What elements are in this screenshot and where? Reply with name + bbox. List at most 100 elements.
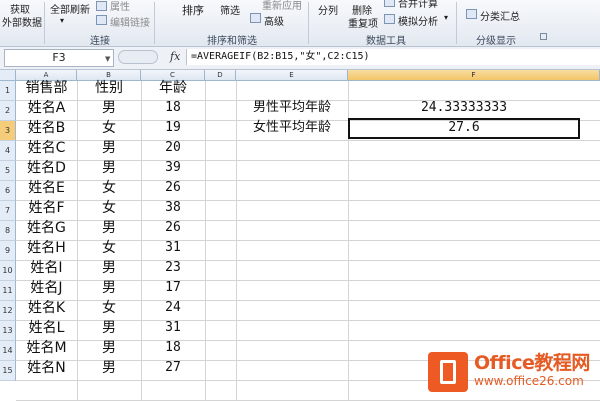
cell-gender[interactable]: 男 [77, 98, 141, 118]
column-header-f[interactable]: F [348, 70, 600, 81]
dialog-launcher-icon[interactable] [540, 33, 547, 40]
row-header-14[interactable]: 14 [0, 341, 16, 361]
chevron-down-icon[interactable]: ▾ [444, 13, 448, 22]
chevron-down-icon[interactable]: ▾ [60, 16, 64, 25]
active-cell-outline [348, 118, 580, 139]
cell-name[interactable]: 姓名B [16, 118, 77, 138]
name-box[interactable]: F3 [4, 49, 114, 67]
cell-gender[interactable]: 男 [77, 358, 141, 378]
cell-name[interactable]: 姓名D [16, 158, 77, 178]
insert-function-icon[interactable]: fx [170, 50, 180, 63]
cell-age[interactable]: 18 [141, 98, 205, 118]
row-header-2[interactable]: 2 [0, 101, 16, 121]
ribbon-separator [154, 2, 155, 44]
filter-button[interactable]: 筛选 [220, 2, 240, 17]
formula-bar: F3 ▼ fx =AVERAGEIF(B2:B15,"女",C2:C15) [0, 47, 600, 70]
cell-gender[interactable]: 女 [77, 298, 141, 318]
watermark: Office教程网 www.office26.com [428, 346, 598, 396]
column-header-d[interactable]: D [205, 70, 236, 81]
row-header-4[interactable]: 4 [0, 141, 16, 161]
cell-gender[interactable]: 男 [77, 338, 141, 358]
row-header-3[interactable]: 3 [0, 121, 16, 141]
properties-icon [96, 1, 107, 11]
cell-age[interactable]: 31 [141, 238, 205, 258]
cell-gender[interactable]: 男 [77, 258, 141, 278]
cell-name[interactable]: 姓名K [16, 298, 77, 318]
formula-bar-controls[interactable] [118, 50, 158, 64]
subtotal-button[interactable]: 分类汇总 [480, 8, 520, 23]
cell-name[interactable]: 姓名I [16, 258, 77, 278]
subtotal-icon [466, 9, 477, 19]
watermark-url: www.office26.com [474, 374, 584, 388]
chevron-down-icon[interactable]: ▼ [105, 55, 110, 63]
cell-gender[interactable]: 男 [77, 218, 141, 238]
cell-gender[interactable]: 女 [77, 238, 141, 258]
header-cell-age[interactable]: 年龄 [141, 78, 205, 98]
male-average-value[interactable]: 24.33333333 [348, 98, 580, 118]
header-cell-gender[interactable]: 性别 [77, 78, 141, 98]
consolidate-icon [384, 0, 395, 7]
cell-name[interactable]: 姓名E [16, 178, 77, 198]
header-cell-department[interactable]: 销售部 [16, 78, 77, 98]
cell-gender[interactable]: 女 [77, 118, 141, 138]
cell-name[interactable]: 姓名F [16, 198, 77, 218]
row-header-8[interactable]: 8 [0, 221, 16, 241]
cell-name[interactable]: 姓名A [16, 98, 77, 118]
row-header-10[interactable]: 10 [0, 261, 16, 281]
female-average-label[interactable]: 女性平均年龄 [236, 118, 348, 138]
cell-age[interactable]: 20 [141, 138, 205, 158]
cell-age[interactable]: 27 [141, 358, 205, 378]
get-external-data-label: 外部数据 [2, 18, 42, 29]
cell-name[interactable]: 姓名G [16, 218, 77, 238]
row-header-9[interactable]: 9 [0, 241, 16, 261]
row-header-11[interactable]: 11 [0, 281, 16, 301]
cell-age[interactable]: 26 [141, 178, 205, 198]
column-header-e[interactable]: E [236, 70, 348, 81]
cell-name[interactable]: 姓名L [16, 318, 77, 338]
cell-gender[interactable]: 男 [77, 158, 141, 178]
cell-age[interactable]: 17 [141, 278, 205, 298]
row-header-6[interactable]: 6 [0, 181, 16, 201]
row-header-15[interactable]: 15 [0, 361, 16, 381]
consolidate-button[interactable]: 合并计算 [398, 0, 438, 10]
cell-age[interactable]: 38 [141, 198, 205, 218]
row-header-12[interactable]: 12 [0, 301, 16, 321]
refresh-all-button[interactable]: 全部刷新 [50, 1, 90, 16]
cell-name[interactable]: 姓名C [16, 138, 77, 158]
male-average-label[interactable]: 男性平均年龄 [236, 98, 348, 118]
cell-name[interactable]: 姓名H [16, 238, 77, 258]
cell-gender[interactable]: 女 [77, 178, 141, 198]
row-header-5[interactable]: 5 [0, 161, 16, 181]
cell-age[interactable]: 19 [141, 118, 205, 138]
ribbon-separator [456, 2, 457, 44]
cell-gender[interactable]: 女 [77, 198, 141, 218]
advanced-button[interactable]: 高级 [264, 13, 284, 28]
cell-gender[interactable]: 男 [77, 318, 141, 338]
office-logo-icon [428, 352, 468, 392]
edit-links-button[interactable]: 编辑链接 [110, 14, 150, 29]
cell-age[interactable]: 24 [141, 298, 205, 318]
cell-name[interactable]: 姓名J [16, 278, 77, 298]
what-if-icon [384, 14, 395, 24]
cell-age[interactable]: 18 [141, 338, 205, 358]
cell-name[interactable]: 姓名N [16, 358, 77, 378]
what-if-analysis-button[interactable]: 模拟分析 [398, 13, 438, 28]
cell-name[interactable]: 姓名M [16, 338, 77, 358]
row-header-1[interactable]: 1 [0, 81, 16, 101]
group-label-sort-filter: 排序和筛选 [207, 36, 257, 47]
cell-age[interactable]: 26 [141, 218, 205, 238]
formula-input[interactable]: =AVERAGEIF(B2:B15,"女",C2:C15) [186, 49, 600, 65]
select-all-corner[interactable] [0, 70, 16, 81]
text-to-columns-button[interactable]: 分列 [318, 2, 338, 17]
cell-gender[interactable]: 男 [77, 278, 141, 298]
cell-age[interactable]: 39 [141, 158, 205, 178]
group-label-outline: 分级显示 [476, 36, 516, 47]
row-header-7[interactable]: 7 [0, 201, 16, 221]
cell-age[interactable]: 23 [141, 258, 205, 278]
cell-age[interactable]: 31 [141, 318, 205, 338]
sort-button[interactable]: 排序 [182, 2, 204, 18]
properties-button[interactable]: 属性 [110, 0, 130, 13]
reapply-button[interactable]: 重新应用 [262, 0, 302, 12]
row-header-13[interactable]: 13 [0, 321, 16, 341]
cell-gender[interactable]: 男 [77, 138, 141, 158]
